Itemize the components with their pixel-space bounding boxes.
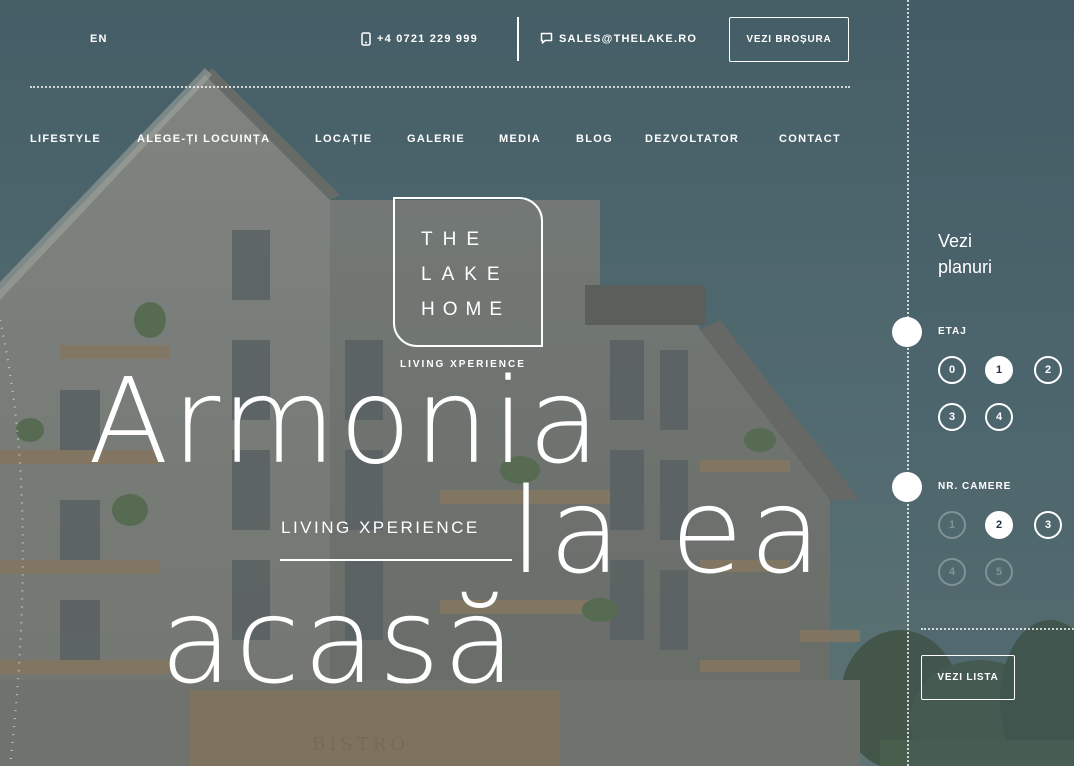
logo[interactable]: THE LAKE HOME: [393, 197, 543, 347]
hero-headline-line2: la ea: [510, 462, 828, 600]
nav-item-galerie[interactable]: GALERIE: [407, 133, 465, 145]
nav-item-dezvoltator[interactable]: DEZVOLTATOR: [645, 133, 739, 145]
email-link[interactable]: SALES@THELAKE.RO: [540, 32, 697, 45]
brochure-button[interactable]: VEZI BROȘURA: [729, 17, 849, 62]
floor-option-2[interactable]: 2: [1034, 356, 1062, 384]
rooms-step-marker: [892, 472, 922, 502]
floor-step-marker: [892, 317, 922, 347]
floor-option-0[interactable]: 0: [938, 356, 966, 384]
rooms-option-5[interactable]: 5: [985, 558, 1013, 586]
floor-label: ETAJ: [938, 326, 967, 337]
floor-option-3[interactable]: 3: [938, 403, 966, 431]
rooms-option-4[interactable]: 4: [938, 558, 966, 586]
hero-subtitle-underline: [280, 559, 512, 561]
nav-item-contact[interactable]: CONTACT: [779, 133, 841, 145]
view-list-button[interactable]: VEZI LISTA: [921, 655, 1015, 700]
hero-subtitle: LIVING XPERIENCE: [281, 518, 480, 537]
logo-line-the: THE: [421, 229, 489, 250]
email-address: SALES@THELAKE.RO: [559, 32, 698, 45]
topbar-divider: [517, 17, 519, 61]
rooms-option-2[interactable]: 2: [985, 511, 1013, 539]
phone-icon: [361, 32, 371, 46]
nav-item-blog[interactable]: BLOG: [576, 133, 613, 145]
sidebar-title-line1: Vezi: [938, 231, 973, 251]
sidebar-title-line2: planuri: [938, 257, 993, 277]
phone-link[interactable]: +4 0721 229 999: [361, 32, 478, 46]
language-switch[interactable]: EN: [90, 33, 108, 45]
nav-item-locatie[interactable]: LOCAȚIE: [315, 133, 372, 145]
nav-item-lifestyle[interactable]: LIFESTYLE: [30, 133, 101, 145]
phone-number: +4 0721 229 999: [377, 33, 478, 45]
nav-item-media[interactable]: MEDIA: [499, 133, 541, 145]
sidebar-divider: [907, 0, 909, 766]
floor-option-1[interactable]: 1: [985, 356, 1013, 384]
logo-line-lake: LAKE: [421, 264, 510, 285]
rooms-option-1[interactable]: 1: [938, 511, 966, 539]
rooms-label: NR. CAMERE: [938, 481, 1012, 492]
chat-icon: [540, 32, 553, 44]
hero-headline-line3: acasă: [160, 572, 519, 710]
logo-line-home: HOME: [421, 299, 510, 320]
sidebar-title: Vezi planuri: [938, 228, 992, 280]
header-divider: [30, 86, 850, 88]
nav-item-alege-locuinta[interactable]: ALEGE-ȚI LOCUINȚA: [137, 133, 270, 145]
hero-section: BISTRO EN +4 0721 229 999 SALES@THELAKE.…: [0, 0, 1074, 766]
floor-option-4[interactable]: 4: [985, 403, 1013, 431]
sidebar-bottom-divider: [921, 628, 1074, 630]
building-sign: BISTRO: [312, 734, 409, 755]
rooms-option-3[interactable]: 3: [1034, 511, 1062, 539]
